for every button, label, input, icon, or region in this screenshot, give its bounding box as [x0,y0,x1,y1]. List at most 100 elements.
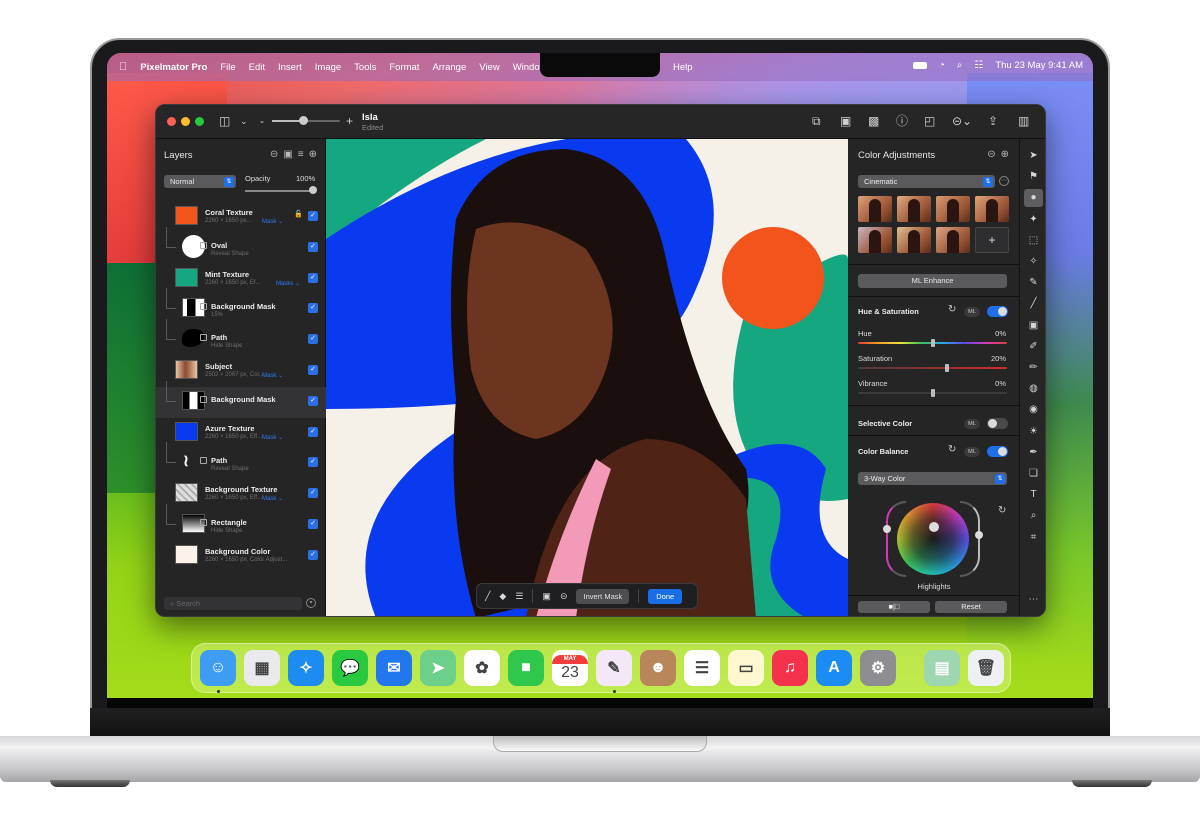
dock-app-safari[interactable]: ✧ [288,650,324,686]
hue-saturation-toggle[interactable] [987,306,1008,317]
lock-icon[interactable]: 🔓 [294,210,303,218]
dock-app-launchpad[interactable]: ▦ [244,650,280,686]
reset-icon[interactable]: ↻ [948,444,956,455]
effects-icon[interactable]: ✦ [1024,211,1043,229]
retouch-icon[interactable]: ✐ [1024,338,1043,356]
crop-icon[interactable]: ⌗ [1024,529,1043,547]
add-preset-button[interactable]: + [975,227,1009,253]
apple-logo-icon[interactable]:  [119,61,127,73]
layer-visibility-checkbox[interactable]: ✓ [308,241,318,252]
sidebar-toggle-icon[interactable]: ◫ [219,114,230,128]
layer-visibility-checkbox[interactable]: ✓ [308,488,318,499]
dock-app-contacts[interactable]: ☻ [640,650,676,686]
menu-format[interactable]: Format [389,62,419,73]
add-adjustment-icon[interactable]: ⊕ [1001,149,1009,160]
invert-mask-button[interactable]: Invert Mask [576,588,630,604]
preset-more-icon[interactable]: ⋯ [999,176,1009,186]
dock-app-trash[interactable]: 🗑 [968,650,1004,686]
layer-row[interactable]: ≀ Path Reveal Shape ✓ [156,442,326,479]
zoom-slider[interactable] [272,116,340,125]
brush-icon[interactable]: ╱ [1024,295,1043,313]
ml-button[interactable]: ML [964,307,980,317]
light-icon[interactable]: ☀ [1024,423,1043,441]
zoom-slider-knob[interactable] [298,116,308,125]
more-icon[interactable]: ⊝ [560,591,568,602]
color-adjust-icon[interactable]: ● [1024,189,1043,208]
preset-thumbnail[interactable] [858,196,892,222]
zoom-in-icon[interactable]: + [346,114,353,128]
color-swap-icon[interactable]: ▣ [840,114,851,128]
quick-select-icon[interactable]: ✧ [1024,253,1043,271]
arrow-select-icon[interactable]: ➤ [1024,147,1043,165]
battery-icon[interactable] [912,62,927,69]
hue-slider-knob[interactable] [930,339,935,347]
selective-color-toggle[interactable] [987,418,1008,429]
dock-app-notes[interactable]: ▭ [728,650,764,686]
shapes-icon[interactable]: ❏ [1024,465,1043,483]
dock-app-system-settings[interactable]: ⚙ [860,650,896,686]
layer-visibility-checkbox[interactable]: ✓ [308,549,318,560]
layer-row[interactable]: Subject 2502 × 2067 px, Col... Mask ⌄ ✓ [156,356,326,387]
layer-row[interactable]: Coral Texture 2260 × 1650 px... Mask ⌄ 🔓 ✓ [156,202,326,233]
sliders-icon[interactable]: ☰ [515,591,523,602]
layer-search-input[interactable]: ⌕ Search [164,597,302,610]
layer-mask-menu[interactable]: Mask ⌄ [262,495,283,502]
menu-clock[interactable]: Thu 23 May 9:41 AM [995,60,1083,71]
paint-icon[interactable]: ✎ [1024,274,1043,292]
layer-visibility-checkbox[interactable]: ✓ [308,303,318,314]
preset-thumbnail[interactable] [975,196,1009,222]
filter-icon[interactable]: ▾ [306,598,316,608]
reset-icon[interactable]: ↻ [948,304,956,315]
minimize-button[interactable] [181,117,190,126]
color-balance-toggle[interactable] [987,446,1008,457]
layer-visibility-checkbox[interactable]: ✓ [308,364,318,375]
color-balance-mode-select[interactable]: 3-Way Color ⇅ [858,472,1007,485]
blur-icon[interactable]: ◉ [1024,401,1043,419]
share-icon[interactable]: ⇪ [988,114,998,128]
layer-mask-menu[interactable]: Mask ⌄ [262,434,283,441]
ml-button[interactable]: ML [964,447,980,457]
arrange-icon[interactable]: ⧉ [812,114,821,128]
ml-button[interactable]: ML [964,419,980,429]
distort-icon[interactable]: ◍ [1024,380,1043,398]
layer-mask-menu[interactable]: Mask ⌄ [262,218,283,225]
layer-row[interactable]: Path Hide Shape ✓ [156,319,326,356]
dock-app-finder[interactable]: ☺ [200,650,236,693]
dock-app-calendar[interactable]: MAY 23 [552,650,588,686]
chevron-down-icon[interactable]: ⌄ [240,114,248,128]
layer-row[interactable]: Oval Reveal Shape ✓ [156,226,326,264]
dock-app-messages[interactable]: 💬 [332,650,368,686]
color-wheel-control[interactable] [883,489,983,589]
preset-thumbnail[interactable] [897,196,931,222]
menu-app-name[interactable]: Pixelmator Pro [140,62,207,73]
zoom-out-icon[interactable]: - [260,114,264,128]
dock-app-mail[interactable]: ✉ [376,650,412,686]
style-icon[interactable]: ⚑ [1024,168,1043,186]
layer-row[interactable]: Rectangle Hide Shape ✓ [156,503,326,541]
preset-thumbnail[interactable] [858,227,892,253]
layer-row[interactable]: Background Mask 15% ✓ [156,288,326,325]
menu-insert[interactable]: Insert [278,62,302,73]
layers-stack-icon[interactable]: ≡ [298,149,304,160]
add-layer-icon[interactable]: ⊕ [309,149,317,160]
layer-visibility-checkbox[interactable]: ✓ [308,272,318,283]
layer-mask-menu[interactable]: Masks ⌄ [276,280,300,287]
brightness-knob[interactable] [883,525,891,533]
saturation-slider[interactable] [858,367,1007,369]
layer-visibility-checkbox[interactable]: ✓ [308,334,318,345]
menu-help[interactable]: Help [673,62,693,73]
image-adjust-icon[interactable]: ▩ [868,114,879,128]
layer-visibility-checkbox[interactable]: ✓ [308,211,318,221]
saturation-knob[interactable] [975,531,983,539]
layer-row[interactable]: Azure Texture 2260 × 1650 px, Eff... Mask … [156,418,326,449]
layer-row[interactable]: Mint Texture 2260 × 1650 px, Ef... Masks ⌄… [156,264,326,295]
layer-mask-menu[interactable]: Mask ⌄ [262,372,283,379]
menu-image[interactable]: Image [315,62,341,73]
menu-file[interactable]: File [220,62,235,73]
spotlight-search-icon[interactable]: ⌕ [957,60,963,71]
ml-enhance-button[interactable]: ML Enhance [858,274,1007,288]
fill-icon[interactable]: ▣ [1024,317,1043,335]
more-icon[interactable]: ⋯ [1024,591,1043,609]
mask-icon[interactable]: ▣ [542,591,551,602]
mask-icon[interactable]: ▣ [283,149,292,160]
